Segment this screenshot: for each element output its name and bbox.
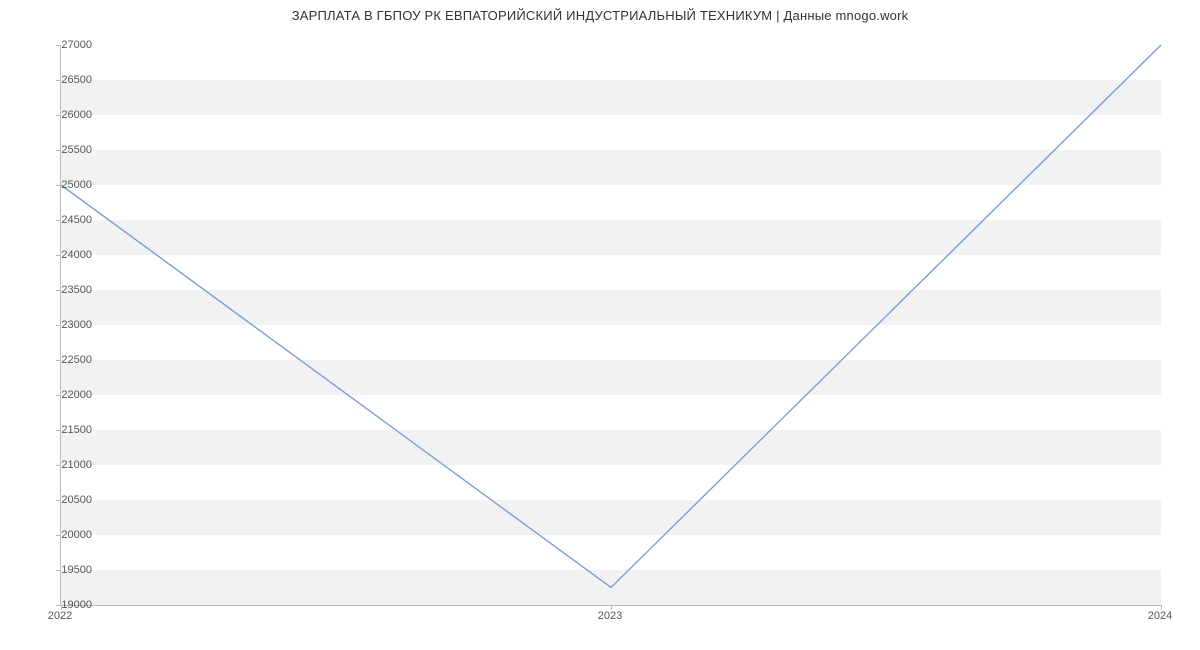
x-tick-label: 2023 <box>598 610 622 622</box>
y-tick-label: 23000 <box>42 319 92 331</box>
y-tick-label: 20000 <box>42 529 92 541</box>
y-tick-label: 26000 <box>42 109 92 121</box>
y-tick-label: 21000 <box>42 459 92 471</box>
chart-title: ЗАРПЛАТА В ГБПОУ РК ЕВПАТОРИЙСКИЙ ИНДУСТ… <box>0 8 1200 23</box>
y-tick-label: 22500 <box>42 354 92 366</box>
y-tick-label: 26500 <box>42 74 92 86</box>
y-tick-label: 24500 <box>42 214 92 226</box>
plot-area <box>60 45 1161 606</box>
x-tick-label: 2022 <box>48 610 72 622</box>
y-tick-label: 21500 <box>42 424 92 436</box>
y-tick-label: 27000 <box>42 39 92 51</box>
chart-container: ЗАРПЛАТА В ГБПОУ РК ЕВПАТОРИЙСКИЙ ИНДУСТ… <box>0 0 1200 650</box>
y-tick-label: 23500 <box>42 284 92 296</box>
y-tick-label: 25000 <box>42 179 92 191</box>
y-tick-label: 20500 <box>42 494 92 506</box>
x-tick-label: 2024 <box>1148 610 1172 622</box>
y-tick-label: 24000 <box>42 249 92 261</box>
line-layer <box>61 45 1161 605</box>
y-tick-label: 22000 <box>42 389 92 401</box>
y-tick-label: 19500 <box>42 564 92 576</box>
series-line <box>61 45 1161 588</box>
y-tick-label: 25500 <box>42 144 92 156</box>
